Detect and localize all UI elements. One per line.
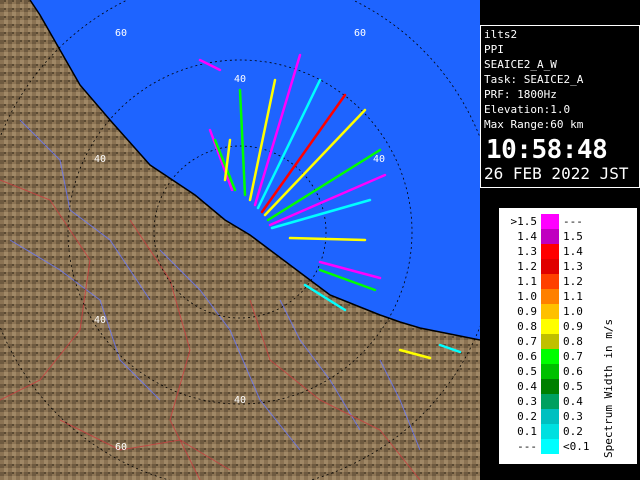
legend-row: 0.7 0.8: [499, 334, 637, 349]
legend-high-value: 0.9: [563, 320, 583, 333]
legend-row: 0.4 0.5: [499, 379, 637, 394]
legend-row: 0.6 0.7: [499, 349, 637, 364]
legend-swatch: [541, 304, 559, 319]
legend-row: 0.5 0.6: [499, 364, 637, 379]
legend-swatch: [541, 319, 559, 334]
legend-row: 1.4 1.5: [499, 229, 637, 244]
legend-row: --- <0.1: [499, 439, 637, 454]
legend-swatch: [541, 349, 559, 364]
legend-row: 1.0 1.1: [499, 289, 637, 304]
legend-row: >1.5 ---: [499, 214, 637, 229]
legend-high-value: ---: [563, 215, 583, 228]
scan-name: SEAICE2_A_W: [484, 58, 557, 71]
legend-high-value: 1.0: [563, 305, 583, 318]
legend-high-value: 0.3: [563, 410, 583, 423]
legend-low-value: 0.9: [517, 305, 537, 318]
legend-row: 1.2 1.3: [499, 259, 637, 274]
legend-low-value: 0.1: [517, 425, 537, 438]
legend-row: 0.1 0.2: [499, 424, 637, 439]
legend-swatch: [541, 424, 559, 439]
legend-row: 1.1 1.2: [499, 274, 637, 289]
observation-date: 26 FEB 2022 JST: [484, 164, 629, 183]
prf-value: PRF: 1800Hz: [484, 88, 557, 101]
legend-swatch: [541, 364, 559, 379]
legend-high-value: 1.3: [563, 260, 583, 273]
legend-low-value: 1.0: [517, 290, 537, 303]
legend-swatch: [541, 259, 559, 274]
legend-swatch: [541, 379, 559, 394]
product-type: PPI: [484, 43, 504, 56]
ring-label-right-inner: 40: [373, 154, 385, 165]
elevation: Elevation:1.0: [484, 103, 571, 116]
max-range: Max Range:60 km: [484, 118, 584, 131]
observation-time: 10:58:48: [486, 135, 608, 165]
legend-swatch: [541, 289, 559, 304]
legend-low-value: 1.1: [517, 275, 537, 288]
legend-low-value: 0.4: [517, 380, 537, 393]
legend-swatch: [541, 214, 559, 229]
legend-low-value: 1.2: [517, 260, 537, 273]
color-legend: >1.5 --- 1.4 1.5 1.3 1.4 1.2 1.3 1.1 1.2 1.0 1.1 0.9…: [498, 207, 638, 465]
legend-high-value: 1.4: [563, 245, 583, 258]
legend-low-value: 0.8: [517, 320, 537, 333]
legend-high-value: 0.8: [563, 335, 583, 348]
legend-low-value: 0.6: [517, 350, 537, 363]
legend-row: 0.8 0.9: [499, 319, 637, 334]
radar-ppi-map: 60 60 40 40 40 40 40 60: [0, 0, 480, 480]
legend-swatch: [541, 274, 559, 289]
legend-low-value: 1.3: [517, 245, 537, 258]
legend-swatch: [541, 334, 559, 349]
legend-swatch: [541, 439, 559, 454]
ring-label-left-inner: 40: [94, 154, 106, 165]
legend-swatch: [541, 229, 559, 244]
legend-high-value: 0.2: [563, 425, 583, 438]
legend-high-value: 1.5: [563, 230, 583, 243]
legend-high-value: 0.6: [563, 365, 583, 378]
legend-row: 0.2 0.3: [499, 409, 637, 424]
legend-high-value: 1.2: [563, 275, 583, 288]
legend-low-value: 0.3: [517, 395, 537, 408]
ring-label-top-inner: 40: [234, 74, 246, 85]
ring-label-bottom-inner: 40: [234, 395, 246, 406]
legend-row: 0.3 0.4: [499, 394, 637, 409]
ring-label-top-left: 60: [115, 28, 127, 39]
ring-label-lower-left: 40: [94, 315, 106, 326]
legend-row: 1.3 1.4: [499, 244, 637, 259]
legend-low-value: >1.5: [510, 215, 538, 228]
task-name: Task: SEAICE2_A: [484, 73, 584, 86]
legend-high-value: 0.5: [563, 380, 583, 393]
legend-row: 0.9 1.0: [499, 304, 637, 319]
legend-swatch: [541, 394, 559, 409]
legend-swatch: [541, 409, 559, 424]
ring-label-top-right: 60: [354, 28, 366, 39]
legend-high-value: 1.1: [563, 290, 583, 303]
legend-high-value: <0.1: [563, 440, 590, 453]
legend-swatch: [541, 244, 559, 259]
info-panel: ilts2 PPI SEAICE2_A_W Task: SEAICE2_A PR…: [480, 25, 640, 188]
legend-high-value: 0.4: [563, 395, 583, 408]
legend-low-value: 0.2: [517, 410, 537, 423]
legend-high-value: 0.7: [563, 350, 583, 363]
legend-low-value: 0.5: [517, 365, 537, 378]
legend-title: Spectrum Width in m/s: [602, 318, 615, 458]
legend-low-value: 1.4: [517, 230, 537, 243]
legend-low-value: ---: [517, 440, 537, 453]
legend-low-value: 0.7: [517, 335, 537, 348]
radar-name: ilts2: [484, 28, 518, 41]
ring-label-bottom-left: 60: [115, 442, 127, 453]
